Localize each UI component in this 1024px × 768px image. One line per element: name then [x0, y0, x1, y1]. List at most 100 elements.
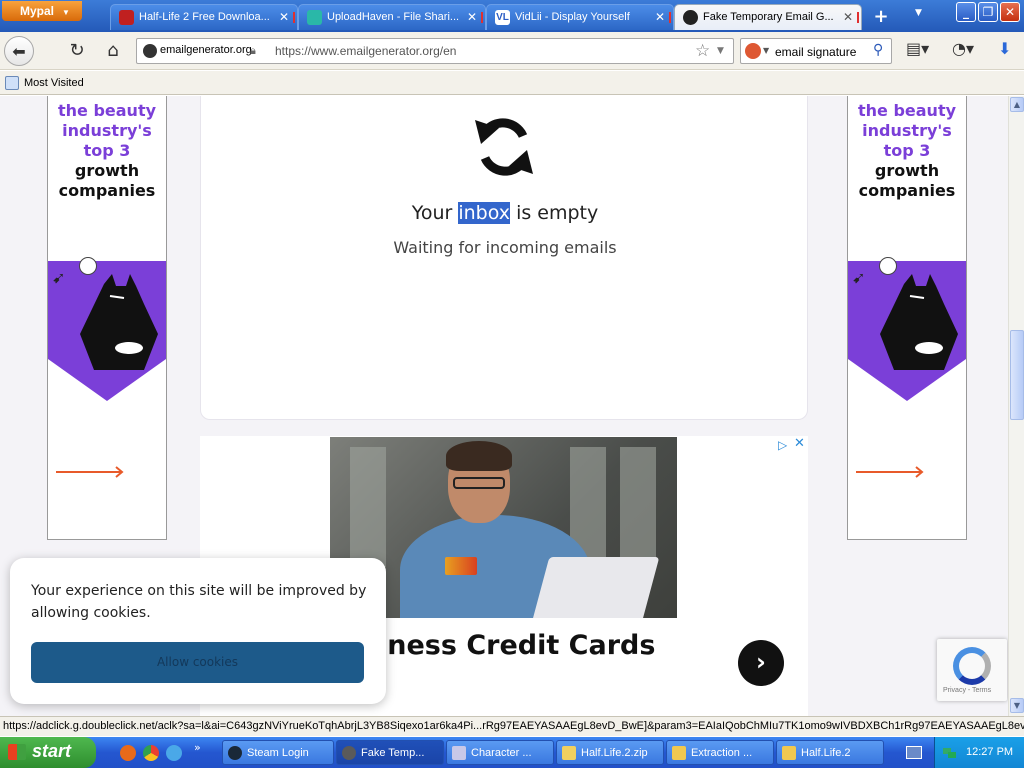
url-text[interactable]: https://www.emailgenerator.org/en [275, 44, 456, 58]
ad-character-illustration [80, 274, 158, 370]
waiting-message: Waiting for incoming emails [393, 238, 617, 257]
network-icon[interactable] [942, 745, 957, 760]
folder-icon [782, 746, 796, 760]
bookmark-most-visited[interactable]: Most Visited [24, 77, 84, 89]
keyboard-icon[interactable] [906, 746, 922, 759]
ad-text: the beauty [857, 101, 957, 120]
folder-icon [672, 746, 686, 760]
close-icon[interactable]: ✕ [467, 10, 477, 24]
bookmark-star-icon[interactable]: ☆ [695, 41, 710, 61]
recaptcha-links[interactable]: Privacy - Terms [943, 687, 991, 694]
inbox-empty-message: Your inbox is empty [411, 202, 599, 224]
scroll-down-arrow-icon[interactable]: ▼ [1010, 698, 1024, 713]
navigation-toolbar: ⬅ ↻ ⌂ emailgenerator.org 🔒︎ https://www.… [0, 32, 1024, 70]
duckduckgo-icon[interactable] [745, 43, 761, 59]
new-tab-button[interactable]: + [869, 6, 893, 28]
close-icon[interactable]: ✕ [794, 436, 805, 451]
ad-text: industry's [62, 121, 152, 140]
close-icon[interactable]: ✕ [843, 10, 853, 24]
red-square-icon [119, 10, 134, 25]
chevron-right-icon[interactable]: › [738, 640, 784, 686]
tab-label: VidLii - Display Yourself [515, 11, 630, 23]
ad-cursor-icon: ➹ [852, 268, 866, 287]
cookie-consent-banner: Your experience on this site will be imp… [10, 558, 386, 704]
tab-vidlii[interactable]: VL VidLii - Display Yourself ✕ [486, 4, 674, 30]
character-map-icon [452, 746, 466, 760]
selected-text: inbox [458, 202, 511, 224]
recaptcha-logo-icon [953, 647, 991, 685]
quick-launch-more-icon[interactable]: » [194, 741, 201, 754]
tab-fake-email[interactable]: Fake Temporary Email G... ✕ [674, 4, 862, 30]
app-menu-button[interactable]: Mypal ▼ [2, 1, 82, 21]
clipboard-icon[interactable]: ▤▾ [906, 39, 929, 58]
download-arrow-icon[interactable]: ⬇ [998, 39, 1011, 58]
ad-circle-icon [879, 257, 897, 275]
ad-text: growth [874, 161, 940, 180]
ad-text: industry's [862, 121, 952, 140]
lock-icon[interactable]: 🔒︎ [250, 44, 256, 58]
status-link-url: https://adclick.g.doubleclick.net/aclk?s… [3, 720, 1024, 732]
reload-button[interactable]: ↻ [62, 36, 92, 66]
scrollbar-thumb[interactable] [1010, 330, 1024, 420]
arrow-right-icon [856, 466, 924, 478]
ad-text: growth [74, 161, 140, 180]
tab-half-life[interactable]: Half-Life 2 Free Downloa... ✕ [110, 4, 298, 30]
task-half-life-zip[interactable]: Half.Life.2.zip [556, 740, 664, 765]
maximize-button[interactable]: ❐ [978, 2, 998, 22]
task-extraction[interactable]: Extraction ... [666, 740, 774, 765]
start-button[interactable]: start [0, 737, 96, 768]
scroll-up-arrow-icon[interactable]: ▲ [1010, 97, 1024, 112]
minimize-button[interactable]: _ [956, 2, 976, 22]
bookmarks-toolbar: Most Visited [0, 71, 1024, 95]
tab-list-dropdown-icon[interactable]: ▼ [915, 8, 922, 18]
close-icon[interactable]: ✕ [655, 10, 665, 24]
emailgenerator-icon [683, 10, 698, 25]
browser-tab-strip: Mypal ▼ Half-Life 2 Free Downloa... ✕ Upl… [0, 0, 1024, 32]
ad-text: the beauty [57, 101, 157, 120]
ad-character-illustration [880, 274, 958, 370]
search-input[interactable]: email signature [775, 45, 856, 59]
tab-marker [481, 12, 483, 23]
ad-cursor-icon: ➹ [52, 268, 66, 287]
ad-text: top 3 [83, 141, 131, 160]
internet-explorer-icon[interactable] [166, 745, 182, 761]
home-button[interactable]: ⌂ [98, 36, 128, 66]
recaptcha-badge[interactable]: Privacy - Terms [937, 639, 1007, 701]
tab-marker [293, 12, 295, 23]
ad-text: companies [858, 181, 956, 200]
task-fake-temp[interactable]: Fake Temp... [336, 740, 444, 765]
vertical-scrollbar[interactable]: ▲ ▼ [1008, 96, 1024, 716]
system-clock[interactable]: 12:27 PM [966, 746, 1013, 758]
back-button[interactable]: ⬅ [4, 36, 34, 66]
task-steam-login[interactable]: Steam Login [222, 740, 334, 765]
ad-text: top 3 [883, 141, 931, 160]
task-character-map[interactable]: Character ... [446, 740, 554, 765]
chrome-icon[interactable] [143, 745, 159, 761]
site-globe-icon [143, 44, 157, 58]
side-ad-left[interactable]: the beauty industry's top 3 growth compa… [47, 96, 167, 540]
url-history-dropdown-icon[interactable]: ▼ [717, 46, 724, 56]
ad-circle-icon [79, 257, 97, 275]
url-bar[interactable]: emailgenerator.org 🔒︎ https://www.emailg… [136, 38, 734, 64]
site-identity-badge[interactable]: emailgenerator.org [140, 42, 256, 60]
firefox-icon[interactable] [120, 745, 136, 761]
tab-label: Half-Life 2 Free Downloa... [139, 11, 270, 23]
search-bar[interactable]: ▼ email signature ⚲ [740, 38, 892, 64]
ad-headline[interactable]: iness Credit Cards [378, 630, 655, 661]
search-engine-dropdown-icon[interactable]: ▼ [763, 46, 769, 55]
task-half-life-folder[interactable]: Half.Life.2 [776, 740, 884, 765]
search-icon[interactable]: ⚲ [873, 42, 883, 58]
refresh-icon[interactable] [473, 114, 535, 180]
uploadhaven-icon [307, 10, 322, 25]
side-ad-right[interactable]: the beauty industry's top 3 growth compa… [847, 96, 967, 540]
inbox-panel: Your inbox is empty Waiting for incoming… [200, 96, 808, 420]
close-icon[interactable]: ✕ [279, 10, 289, 24]
tab-uploadhaven[interactable]: UploadHaven - File Shari... ✕ [298, 4, 486, 30]
close-window-button[interactable]: ✕ [1000, 2, 1020, 22]
cookie-message: Your experience on this site will be imp… [31, 583, 367, 621]
allow-cookies-button[interactable]: Allow cookies [31, 642, 364, 683]
adchoices-icon[interactable]: ▷ [778, 438, 787, 452]
arrow-right-icon [56, 466, 124, 478]
tab-label: Fake Temporary Email G... [703, 11, 834, 23]
history-clock-icon[interactable]: ◔▾ [952, 39, 974, 58]
